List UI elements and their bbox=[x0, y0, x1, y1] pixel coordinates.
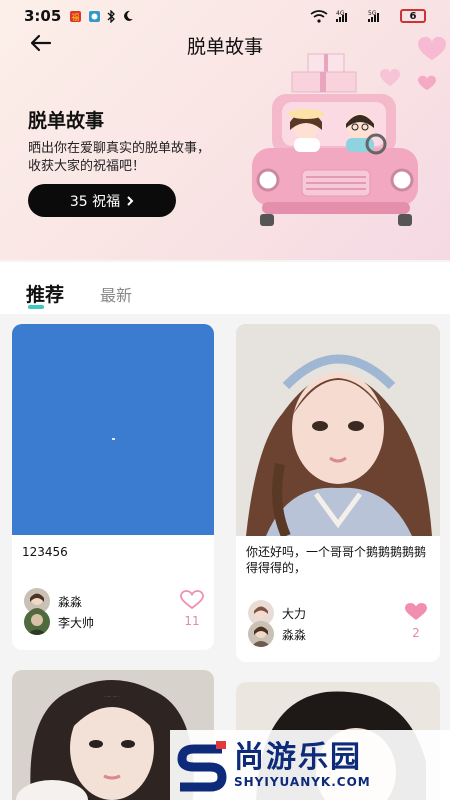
like-count: 11 bbox=[184, 614, 200, 628]
active-tab-indicator bbox=[28, 305, 44, 309]
signal-4g-icon: 4G bbox=[336, 10, 347, 22]
site-watermark: 尚游乐园 SHYIYUANYK.COM bbox=[170, 730, 450, 800]
signal-5g-icon: 5G bbox=[368, 10, 379, 22]
like-button[interactable]: 11 bbox=[180, 590, 204, 628]
blessings-button[interactable]: 35 祝福 bbox=[28, 184, 176, 217]
app-notification-icon: 福 bbox=[70, 10, 82, 22]
story-image-sky bbox=[12, 324, 214, 535]
status-time: 3:05 bbox=[24, 7, 62, 25]
like-count: 2 bbox=[412, 626, 420, 640]
author-name: 李大帅 bbox=[58, 615, 95, 630]
hero-banner: 3:05 福 4G 5G 6 脱单故事 脱单故事 晒出你在爱聊真实的脱单故事，收… bbox=[0, 0, 450, 260]
author-name: 大力 bbox=[282, 606, 307, 621]
notification-icons: 福 bbox=[69, 9, 134, 23]
author-name: 淼淼 bbox=[58, 594, 83, 609]
svg-text:福: 福 bbox=[72, 13, 80, 22]
wifi-icon bbox=[310, 9, 328, 23]
story-card[interactable]: 123456 淼淼 李大帅 11 bbox=[12, 324, 214, 650]
status-right: 4G 5G 6 bbox=[310, 9, 426, 23]
hero-description: 晒出你在爱聊真实的脱单故事，收获大家的祝福吧！ bbox=[28, 141, 211, 174]
status-bar: 3:05 福 4G 5G 6 bbox=[0, 0, 450, 32]
story-card[interactable]: 你还好吗，一个哥哥个鹅鹅鹅鹅鹅得得得的， 大力 淼淼 2 bbox=[236, 324, 440, 662]
hero-title: 脱单故事 bbox=[28, 110, 105, 132]
feed-tabs: 推荐 最新 bbox=[0, 262, 450, 314]
heart-filled-icon bbox=[405, 603, 427, 620]
bluetooth-icon bbox=[107, 9, 116, 23]
app-notification-icon-2 bbox=[89, 10, 101, 22]
tab-latest[interactable]: 最新 bbox=[100, 282, 132, 306]
couple-car-illustration bbox=[252, 36, 446, 226]
story-image-portrait bbox=[236, 324, 440, 539]
author-name: 淼淼 bbox=[282, 627, 307, 642]
watermark-en: SHYIYUANYK.COM bbox=[234, 775, 371, 789]
battery-indicator: 6 bbox=[400, 9, 426, 23]
heart-outline-icon bbox=[180, 590, 204, 610]
avatar bbox=[24, 609, 50, 635]
watermark-logo-icon bbox=[170, 735, 234, 795]
author-row[interactable]: 淼淼 bbox=[248, 621, 306, 647]
watermark-cn: 尚游乐园 bbox=[234, 740, 362, 775]
blessings-button-label: 35 祝福 bbox=[69, 193, 121, 210]
chevron-right-icon bbox=[127, 195, 134, 206]
avatar bbox=[248, 621, 274, 647]
story-text: 你还好吗，一个哥哥个鹅鹅鹅鹅鹅得得得的， bbox=[246, 545, 427, 575]
story-text: 123456 bbox=[22, 545, 68, 559]
author-row[interactable]: 李大帅 bbox=[24, 609, 94, 635]
like-button[interactable]: 2 bbox=[404, 602, 428, 640]
moon-icon bbox=[124, 10, 134, 21]
watermark-text: 尚游乐园 SHYIYUANYK.COM bbox=[234, 740, 371, 790]
tab-recommended[interactable]: 推荐 bbox=[26, 280, 64, 307]
